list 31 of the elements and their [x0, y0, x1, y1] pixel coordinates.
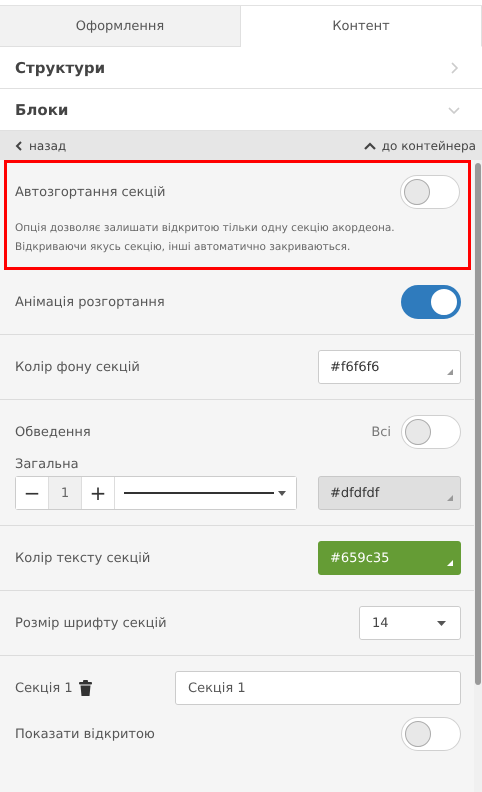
- setting-description: Опція дозволяє залишати відкритою тільки одну секцію акордеона. Відкриваючи якусь секцію, інші автоматично закриваються.: [15, 221, 396, 255]
- chevron-up-icon: [364, 142, 376, 150]
- setting-label: Анімація розгортання: [15, 294, 165, 310]
- setting-label: Розмір шрифту секцій: [15, 616, 167, 630]
- resize-corner-icon: [447, 495, 453, 501]
- line-style-dropdown[interactable]: [114, 477, 296, 509]
- tab[interactable]: Оформлення: [0, 6, 241, 47]
- setting-label: Колір фону секцій: [15, 360, 140, 374]
- setting-label: Обведення: [15, 424, 91, 440]
- caret-down-icon: [437, 620, 446, 626]
- width-value: 1: [48, 477, 82, 509]
- back-link[interactable]: назад: [15, 138, 66, 152]
- all-sides-label: Всі: [371, 424, 391, 440]
- resize-corner-icon: [447, 369, 453, 375]
- toggle-switch[interactable]: [401, 285, 461, 319]
- color-field[interactable]: #dfdfdf: [318, 476, 461, 510]
- scrollbar[interactable]: [474, 160, 482, 792]
- setting-label: Показати відкритою: [15, 726, 155, 742]
- parent-link[interactable]: до контейнера: [364, 138, 476, 152]
- resize-corner-icon: [447, 560, 453, 566]
- font-size-dropdown[interactable]: 14: [359, 606, 461, 640]
- setting-sublabel: Загальна: [15, 457, 80, 472]
- setting-label: Автозгортання секцій: [15, 184, 166, 200]
- setting-label: Колір тексту секцій: [15, 550, 150, 566]
- section-title-input[interactable]: Секція 1: [175, 671, 461, 705]
- trash-icon[interactable]: [78, 680, 92, 696]
- solid-line-icon: [124, 492, 274, 494]
- section-label: Секція 1: [15, 680, 73, 696]
- color-field[interactable]: #f6f6f6: [318, 350, 461, 384]
- chevron-left-icon: [15, 140, 23, 150]
- caret-down-icon: [278, 490, 286, 496]
